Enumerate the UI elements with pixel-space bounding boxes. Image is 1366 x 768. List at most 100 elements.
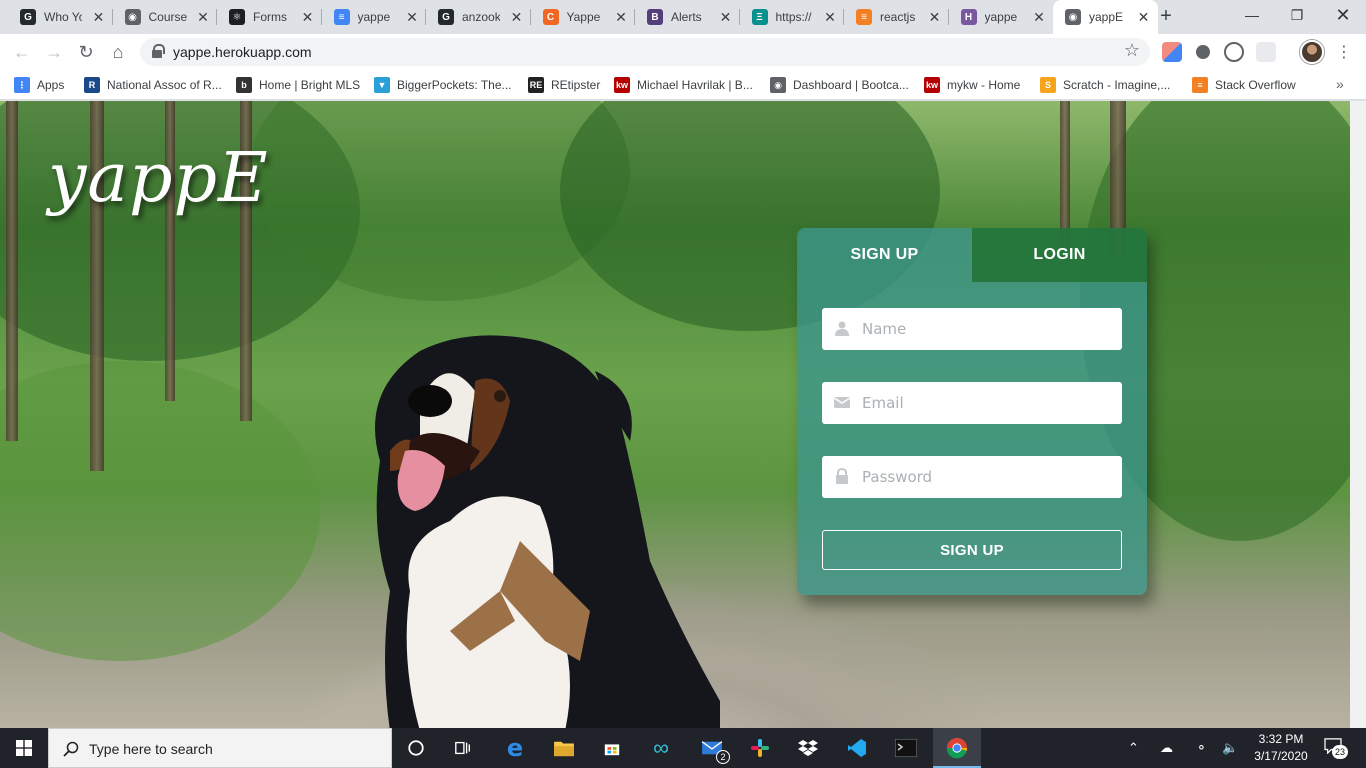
task-view-icon[interactable] — [447, 732, 479, 764]
show-hidden-icons[interactable]: ⌃ — [1128, 740, 1139, 756]
tab-close-icon[interactable]: ✕ — [195, 9, 211, 26]
email-field[interactable] — [822, 382, 1122, 424]
browser-tab[interactable]: Ganzook ✕ — [426, 0, 531, 34]
lock-icon[interactable] — [152, 44, 165, 58]
bookmark-favicon-icon: kw — [924, 77, 940, 93]
browser-tab[interactable]: Hyappe ✕ — [949, 0, 1054, 34]
bookmark-item[interactable]: R National Assoc of R... — [84, 75, 222, 95]
slack-icon[interactable] — [744, 732, 776, 764]
tab-close-icon[interactable]: ✕ — [822, 9, 838, 26]
bookmark-favicon-icon: b — [236, 77, 252, 93]
taskbar-search-placeholder[interactable]: Type here to search — [89, 741, 213, 757]
onedrive-icon[interactable]: ☁ — [1160, 740, 1173, 756]
bookmark-label: REtipster — [551, 78, 601, 92]
address-bar[interactable]: yappe.herokuapp.com ☆ — [140, 38, 1150, 66]
tab-close-icon[interactable]: ✕ — [718, 9, 734, 26]
close-window-button[interactable]: ✕ — [1320, 0, 1366, 30]
bookmark-item[interactable]: ▼ BiggerPockets: The... — [374, 75, 512, 95]
new-tab-button[interactable]: + — [1155, 5, 1177, 27]
bookmark-item[interactable]: kw mykw - Home — [924, 75, 1020, 95]
forward-button[interactable]: → — [42, 40, 66, 64]
microsoft-store-icon[interactable] — [596, 732, 628, 764]
browser-tab[interactable]: G Who Yo ✕ — [8, 0, 113, 34]
home-button[interactable]: ⌂ — [106, 40, 130, 64]
chrome-icon — [946, 737, 968, 759]
start-button[interactable] — [0, 728, 48, 768]
dropbox-icon[interactable] — [792, 732, 824, 764]
tab-close-icon[interactable]: ✕ — [300, 9, 316, 26]
profile-avatar[interactable] — [1300, 40, 1324, 64]
name-field[interactable] — [822, 308, 1122, 350]
edge-icon[interactable]: e — [499, 732, 531, 764]
browser-tab[interactable]: ≡ yappe ✕ — [322, 0, 426, 34]
back-button[interactable]: ← — [10, 40, 34, 64]
more-bookmarks-icon[interactable]: » — [1336, 76, 1344, 92]
file-explorer-icon[interactable] — [548, 732, 580, 764]
tab-close-icon[interactable]: ✕ — [509, 9, 525, 26]
bookmark-item[interactable]: ⋮ Apps — [14, 75, 64, 95]
taskbar-search[interactable]: Type here to search — [48, 728, 392, 768]
cortana-icon[interactable] — [400, 732, 432, 764]
bookmark-item[interactable]: ≡ Stack Overflow — [1192, 75, 1296, 95]
terminal-icon[interactable] — [890, 732, 922, 764]
name-input[interactable] — [862, 308, 1112, 350]
app-logo: yappE — [48, 139, 269, 218]
chrome-taskbar-button[interactable] — [933, 728, 981, 768]
browser-tab[interactable]: C Yappe ✕ — [531, 0, 635, 34]
page-scrollbar[interactable] — [1350, 101, 1366, 728]
bookmark-label: mykw - Home — [947, 78, 1021, 92]
password-field[interactable] — [822, 456, 1122, 498]
tab-signup[interactable]: SIGN UP — [797, 228, 972, 282]
extension-icon[interactable] — [1256, 42, 1276, 62]
reload-button[interactable]: ↻ — [74, 40, 98, 64]
bookmark-label: Scratch - Imagine,... — [1063, 78, 1171, 92]
tab-close-icon[interactable]: ✕ — [927, 9, 943, 26]
bookmark-item[interactable]: b Home | Bright MLS — [236, 75, 360, 95]
url-text[interactable]: yappe.herokuapp.com — [173, 44, 312, 60]
minimize-button[interactable]: — — [1229, 0, 1275, 30]
bookmark-favicon-icon: ◉ — [770, 77, 786, 93]
tab-title: reactjs — [880, 10, 916, 24]
clock[interactable]: 3:32 PM 3/17/2020 — [1244, 731, 1318, 765]
browser-tab[interactable]: ◉ Course ✕ — [113, 0, 217, 34]
tab-title: Forms — [253, 10, 287, 24]
tab-favicon-icon: ≡ — [333, 9, 350, 25]
infinity-app-icon[interactable]: ∞ — [645, 732, 677, 764]
action-center-button[interactable]: 23 — [1324, 738, 1348, 759]
extension-icon[interactable] — [1196, 45, 1210, 59]
tab-close-icon[interactable]: ✕ — [1031, 9, 1047, 26]
tab-favicon-icon: ⚛ — [229, 9, 245, 25]
bookmark-item[interactable]: RE REtipster — [528, 75, 600, 95]
tab-close-icon[interactable]: ✕ — [404, 9, 420, 26]
extension-icon[interactable] — [1162, 42, 1182, 62]
extension-icon[interactable] — [1224, 42, 1244, 62]
mail-badge: 2 — [716, 750, 730, 764]
maximize-button[interactable]: ❐ — [1274, 0, 1320, 30]
tab-close-icon[interactable]: ✕ — [1136, 9, 1152, 26]
bookmark-item[interactable]: ◉ Dashboard | Bootca... — [770, 75, 909, 95]
bookmark-label: Dashboard | Bootca... — [793, 78, 909, 92]
mail-icon[interactable]: 2 — [696, 732, 730, 764]
network-icon[interactable]: ⚬ — [1196, 740, 1207, 756]
tab-close-icon[interactable]: ✕ — [91, 9, 107, 26]
bookmark-item[interactable]: S Scratch - Imagine,... — [1040, 75, 1170, 95]
bookmark-label: Michael Havrilak | B... — [637, 78, 753, 92]
volume-icon[interactable]: 🔈 — [1222, 740, 1238, 756]
tree-trunk — [6, 101, 18, 441]
tab-login[interactable]: LOGIN — [972, 228, 1147, 282]
password-input[interactable] — [862, 456, 1112, 498]
bookmark-item[interactable]: kw Michael Havrilak | B... — [614, 75, 753, 95]
vscode-icon[interactable] — [841, 732, 873, 764]
more-menu-icon[interactable]: ⋮ — [1336, 42, 1352, 62]
browser-tab[interactable]: Ξhttps:// ✕ — [740, 0, 844, 34]
browser-tab[interactable]: ⚛ Forms ✕ — [217, 0, 322, 34]
bookmark-star-icon[interactable]: ☆ — [1124, 40, 1140, 61]
signup-submit-button[interactable]: SIGN UP — [822, 530, 1122, 570]
browser-tab[interactable]: B Alerts ✕ — [635, 0, 740, 34]
browser-tab[interactable]: ◉ yappE ✕ — [1053, 0, 1158, 34]
tab-close-icon[interactable]: ✕ — [613, 9, 629, 26]
email-input[interactable] — [862, 382, 1112, 424]
bookmark-favicon-icon: R — [84, 77, 100, 93]
bookmark-label: Home | Bright MLS — [259, 78, 361, 92]
browser-tab[interactable]: ≡ reactjs ✕ — [844, 0, 949, 34]
